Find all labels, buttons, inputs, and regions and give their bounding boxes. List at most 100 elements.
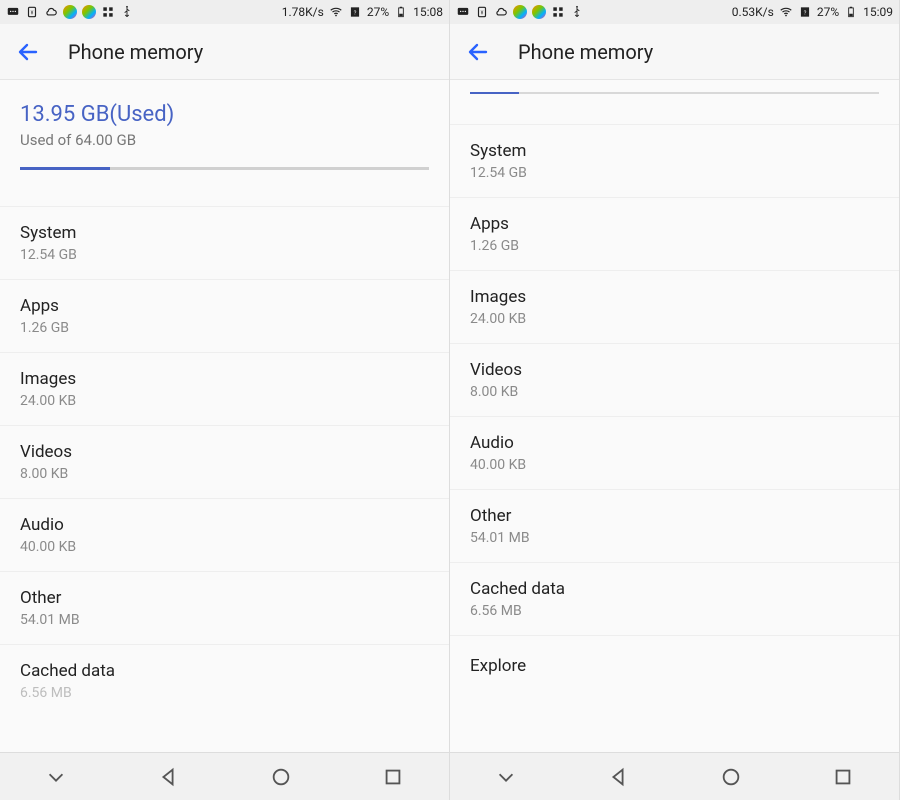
grid-icon xyxy=(551,5,565,19)
storage-item-other[interactable]: Other 54.01 MB xyxy=(450,489,899,562)
svg-text:?: ? xyxy=(353,10,356,16)
clock: 15:09 xyxy=(863,5,893,19)
item-size: 8.00 KB xyxy=(470,384,879,400)
item-label: Images xyxy=(470,287,879,307)
item-label: Other xyxy=(470,506,879,526)
sim-icon: ? xyxy=(348,5,362,19)
wifi-icon xyxy=(779,5,793,19)
card-icon: ¥ xyxy=(475,5,489,19)
battery-pct: 27% xyxy=(817,5,839,19)
page-title: Phone memory xyxy=(518,40,653,64)
item-label: System xyxy=(20,223,429,243)
storage-progress xyxy=(20,167,429,170)
status-bar: ¥ 1.78K/s ? 27% 15:08 xyxy=(0,0,449,24)
storage-usage-summary: 13.95 GB(Used) Used of 64.00 GB xyxy=(0,80,449,180)
item-label: Other xyxy=(20,588,429,608)
nav-ime-button[interactable] xyxy=(42,763,70,791)
storage-item-cached[interactable]: Cached data 6.56 MB xyxy=(0,644,449,701)
page-title: Phone memory xyxy=(68,40,203,64)
nav-recents-button[interactable] xyxy=(379,763,407,791)
sms-icon xyxy=(456,5,470,19)
nav-back-button[interactable] xyxy=(604,763,632,791)
item-size: 24.00 KB xyxy=(470,311,879,327)
item-label: Cached data xyxy=(470,579,879,599)
storage-item-videos[interactable]: Videos 8.00 KB xyxy=(0,425,449,498)
storage-used: 13.95 GB(Used) xyxy=(20,102,429,127)
item-label: Videos xyxy=(470,360,879,380)
battery-pct: 27% xyxy=(367,5,389,19)
item-label: Apps xyxy=(470,214,879,234)
storage-item-apps[interactable]: Apps 1.26 GB xyxy=(450,197,899,270)
item-size: 1.26 GB xyxy=(20,320,429,336)
item-size: 12.54 GB xyxy=(470,165,879,181)
content-scroll[interactable]: 13.95 GB(Used) Used of 64.00 GB System 1… xyxy=(0,80,449,752)
nav-back-button[interactable] xyxy=(154,763,182,791)
nav-bar xyxy=(450,752,899,800)
item-size: 24.00 KB xyxy=(20,393,429,409)
item-size: 40.00 KB xyxy=(20,539,429,555)
storage-item-system[interactable]: System 12.54 GB xyxy=(450,124,899,197)
status-bar: ¥ 0.53K/s ? 27% 15:09 xyxy=(450,0,899,24)
cloud-icon xyxy=(494,5,508,19)
nav-ime-button[interactable] xyxy=(492,763,520,791)
item-label: Explore xyxy=(470,656,879,676)
storage-item-system[interactable]: System 12.54 GB xyxy=(0,206,449,279)
usb-icon xyxy=(570,5,584,19)
item-size: 54.01 MB xyxy=(470,530,879,546)
item-size: 1.26 GB xyxy=(470,238,879,254)
svg-text:¥: ¥ xyxy=(31,10,34,16)
item-size: 6.56 MB xyxy=(20,685,429,701)
app-bar: Phone memory xyxy=(450,24,899,80)
svg-text:?: ? xyxy=(803,10,806,16)
item-label: System xyxy=(470,141,879,161)
storage-item-audio[interactable]: Audio 40.00 KB xyxy=(450,416,899,489)
svg-text:¥: ¥ xyxy=(481,10,484,16)
wifi-icon xyxy=(329,5,343,19)
item-size: 40.00 KB xyxy=(470,457,879,473)
item-label: Apps xyxy=(20,296,429,316)
item-size: 54.01 MB xyxy=(20,612,429,628)
phone-left: ¥ 1.78K/s ? 27% 15:08 Phone memory 13.95… xyxy=(0,0,450,800)
app-bar: Phone memory xyxy=(0,24,449,80)
nav-home-button[interactable] xyxy=(267,763,295,791)
storage-total: Used of 64.00 GB xyxy=(20,131,429,149)
sim-icon: ? xyxy=(798,5,812,19)
card-icon: ¥ xyxy=(25,5,39,19)
usb-icon xyxy=(120,5,134,19)
item-label: Audio xyxy=(20,515,429,535)
storage-item-images[interactable]: Images 24.00 KB xyxy=(0,352,449,425)
nav-home-button[interactable] xyxy=(717,763,745,791)
storage-item-images[interactable]: Images 24.00 KB xyxy=(450,270,899,343)
item-size: 8.00 KB xyxy=(20,466,429,482)
app1-icon xyxy=(513,5,527,19)
storage-item-other[interactable]: Other 54.01 MB xyxy=(0,571,449,644)
back-button[interactable] xyxy=(466,40,490,64)
storage-item-videos[interactable]: Videos 8.00 KB xyxy=(450,343,899,416)
storage-item-cached[interactable]: Cached data 6.56 MB xyxy=(450,562,899,635)
cloud-icon xyxy=(44,5,58,19)
back-button[interactable] xyxy=(16,40,40,64)
storage-item-audio[interactable]: Audio 40.00 KB xyxy=(0,498,449,571)
sms-icon xyxy=(6,5,20,19)
grid-icon xyxy=(101,5,115,19)
storage-item-explore[interactable]: Explore xyxy=(450,635,899,696)
app2-icon xyxy=(532,5,546,19)
storage-item-apps[interactable]: Apps 1.26 GB xyxy=(0,279,449,352)
app1-icon xyxy=(63,5,77,19)
battery-icon xyxy=(394,5,408,19)
item-size: 12.54 GB xyxy=(20,247,429,263)
nav-bar xyxy=(0,752,449,800)
item-label: Audio xyxy=(470,433,879,453)
battery-icon xyxy=(844,5,858,19)
net-speed: 1.78K/s xyxy=(282,5,324,19)
phone-right: ¥ 0.53K/s ? 27% 15:09 Phone memory Sys xyxy=(450,0,900,800)
content-scroll[interactable]: System 12.54 GB Apps 1.26 GB Images 24.0… xyxy=(450,80,899,752)
item-label: Images xyxy=(20,369,429,389)
item-label: Cached data xyxy=(20,661,429,681)
item-label: Videos xyxy=(20,442,429,462)
clock: 15:08 xyxy=(413,5,443,19)
nav-recents-button[interactable] xyxy=(829,763,857,791)
app2-icon xyxy=(82,5,96,19)
net-speed: 0.53K/s xyxy=(732,5,774,19)
item-size: 6.56 MB xyxy=(470,603,879,619)
